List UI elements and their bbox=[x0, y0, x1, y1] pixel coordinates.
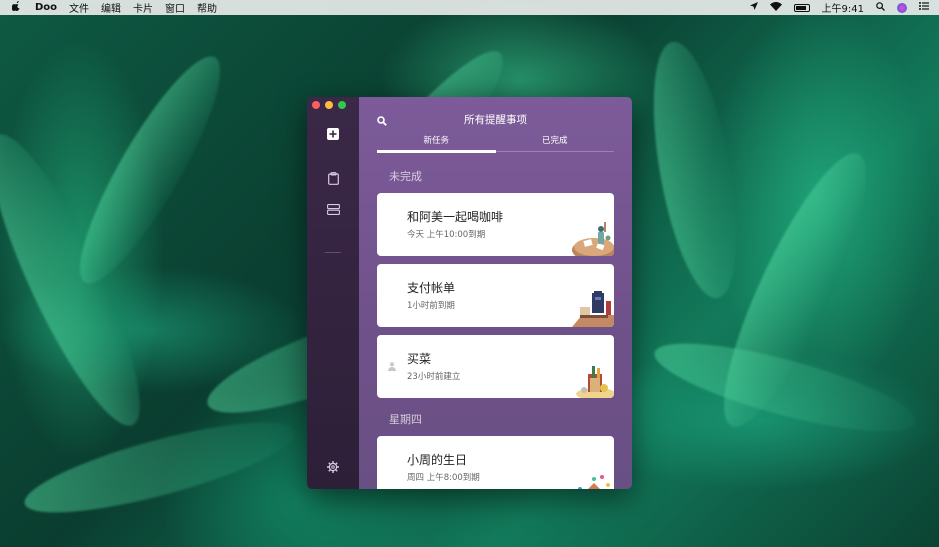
section-label-incomplete: 未完成 bbox=[389, 170, 422, 183]
spotlight-search-icon[interactable] bbox=[876, 1, 885, 14]
wifi-icon[interactable] bbox=[769, 1, 782, 14]
menu-bar: Doo 文件 编辑 卡片 窗口 帮助 上午9:41 bbox=[0, 0, 939, 15]
siri-icon[interactable] bbox=[897, 2, 907, 13]
sidebar bbox=[307, 97, 359, 489]
mailbox-illustration bbox=[572, 291, 614, 327]
person-icon bbox=[388, 362, 396, 371]
task-card[interactable]: 小周的生日 周四 上午8:00到期 bbox=[377, 436, 614, 489]
wallpaper-leaf bbox=[637, 35, 753, 305]
task-title: 买菜 bbox=[407, 352, 432, 366]
tab-new-tasks[interactable]: 新任务 bbox=[377, 134, 496, 153]
close-window-button[interactable] bbox=[312, 101, 320, 109]
battery-icon[interactable] bbox=[793, 3, 810, 12]
settings-button[interactable] bbox=[325, 459, 341, 475]
menu-edit[interactable]: 编辑 bbox=[101, 0, 121, 15]
section-label-thursday: 星期四 bbox=[389, 413, 422, 426]
wallpaper-leaf bbox=[17, 404, 303, 531]
sidebar-item-archive[interactable] bbox=[325, 201, 341, 217]
add-task-button[interactable] bbox=[325, 126, 341, 142]
plus-icon bbox=[327, 128, 339, 140]
menu-app-name[interactable]: Doo bbox=[35, 2, 57, 13]
task-card[interactable]: 买菜 23小时前建立 bbox=[377, 335, 614, 398]
notification-center-icon[interactable] bbox=[919, 2, 929, 13]
grocery-bag-illustration bbox=[576, 366, 614, 398]
header: 所有提醒事项 新任务 已完成 bbox=[359, 97, 632, 153]
sidebar-divider bbox=[325, 252, 341, 253]
window-controls bbox=[312, 101, 346, 109]
wallpaper-leaf bbox=[59, 42, 241, 298]
clipboard-icon bbox=[327, 171, 339, 185]
task-title: 支付帐单 bbox=[407, 281, 456, 295]
coffee-table-illustration bbox=[572, 222, 614, 256]
task-due: 1小时前到期 bbox=[407, 301, 455, 311]
minimize-window-button[interactable] bbox=[325, 101, 333, 109]
task-due: 周四 上午8:00到期 bbox=[407, 473, 480, 483]
task-card[interactable]: 支付帐单 1小时前到期 bbox=[377, 264, 614, 327]
birthday-house-illustration bbox=[578, 475, 610, 489]
menu-help[interactable]: 帮助 bbox=[197, 0, 217, 15]
task-title: 和阿美一起喝咖啡 bbox=[407, 210, 504, 224]
task-due: 今天 上午10:00到期 bbox=[407, 230, 486, 240]
task-created: 23小时前建立 bbox=[407, 372, 461, 382]
page-title: 所有提醒事项 bbox=[464, 114, 527, 126]
menu-card[interactable]: 卡片 bbox=[133, 0, 153, 15]
zoom-window-button[interactable] bbox=[338, 101, 346, 109]
task-title: 小周的生日 bbox=[407, 453, 468, 467]
location-arrow-icon[interactable] bbox=[749, 2, 758, 13]
tab-completed[interactable]: 已完成 bbox=[496, 134, 615, 151]
gear-icon bbox=[327, 461, 339, 473]
menu-window[interactable]: 窗口 bbox=[165, 0, 185, 15]
menu-clock[interactable]: 上午9:41 bbox=[822, 0, 864, 15]
sidebar-item-all-tasks[interactable] bbox=[325, 170, 341, 186]
task-card[interactable]: 和阿美一起喝咖啡 今天 上午10:00到期 bbox=[377, 193, 614, 256]
main-pane: 所有提醒事项 新任务 已完成 未完成 和阿美一起喝咖啡 今天 上午10:00到期 bbox=[359, 97, 632, 489]
tab-bar: 新任务 已完成 bbox=[377, 134, 615, 153]
apple-icon[interactable] bbox=[11, 1, 21, 14]
menu-file[interactable]: 文件 bbox=[69, 0, 89, 15]
drawer-icon bbox=[326, 203, 340, 215]
app-window: 所有提醒事项 新任务 已完成 未完成 和阿美一起喝咖啡 今天 上午10:00到期 bbox=[307, 97, 632, 489]
